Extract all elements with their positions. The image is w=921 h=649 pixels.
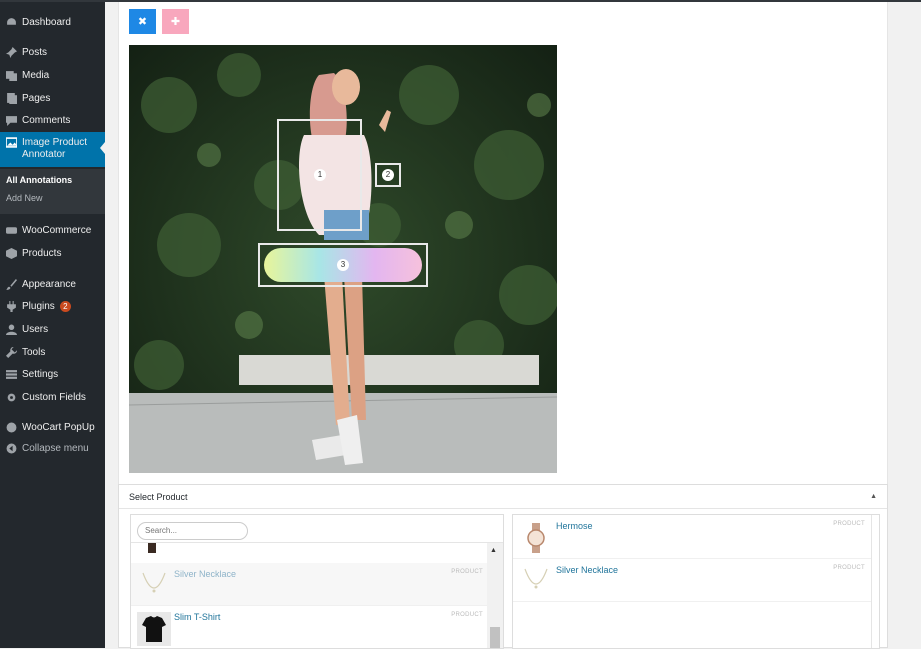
select-product-header[interactable]: Select Product ▲ xyxy=(119,485,887,509)
sidebar-item-label: Posts xyxy=(22,46,48,58)
collapse-caret-icon[interactable]: ▲ xyxy=(870,493,877,500)
gear-icon xyxy=(0,392,22,403)
submenu-add-new[interactable]: Add New xyxy=(6,193,43,203)
sidebar-item-comments[interactable]: Comments xyxy=(0,109,105,131)
annotated-photo[interactable]: 1 2 3 xyxy=(129,45,557,473)
product-type-label: PRODUCT xyxy=(833,521,865,527)
sidebar-item-label: Media xyxy=(22,69,50,81)
collapse-icon xyxy=(0,443,22,454)
necklace-thumbnail-icon xyxy=(142,572,166,593)
current-page-arrow xyxy=(100,142,105,154)
close-button[interactable]: ✖ xyxy=(129,9,156,34)
scroll-up-icon[interactable]: ▲ xyxy=(490,547,497,554)
add-hotspot-button[interactable]: ✚ xyxy=(162,9,189,34)
sidebar-item-tools[interactable]: Tools xyxy=(0,341,105,363)
watch-thumbnail-icon xyxy=(148,543,156,553)
sidebar-item-plugins[interactable]: Plugins 2 xyxy=(0,295,105,317)
sidebar-item-label: Tools xyxy=(22,346,46,358)
sidebar-item-custom-fields[interactable]: Custom Fields xyxy=(0,386,105,408)
product-name: Slim T-Shirt xyxy=(174,612,221,622)
list-item[interactable]: Slim T-Shirt PRODUCT xyxy=(131,606,489,648)
sidebar-item-label: Comments xyxy=(22,114,71,126)
annotator-submenu: All Annotations Add New xyxy=(0,169,105,214)
product-type-label: PRODUCT xyxy=(451,612,483,618)
product-name: Hermose xyxy=(556,521,593,531)
sidebar-item-dashboard[interactable]: Dashboard xyxy=(0,11,105,33)
sidebar-item-label: WooCart PopUp xyxy=(22,421,95,433)
hotspot-3-pin[interactable]: 3 xyxy=(337,259,349,271)
pages-icon xyxy=(0,92,22,104)
sidebar-item-products[interactable]: Products xyxy=(0,242,105,264)
sidebar-item-label: Users xyxy=(22,323,49,335)
sidebar-item-label: Dashboard xyxy=(22,16,71,28)
sidebar-item-pages[interactable]: Pages xyxy=(0,87,105,109)
wrench-icon xyxy=(0,346,22,358)
product-type-label: PRODUCT xyxy=(451,569,483,575)
product-type-label: PRODUCT xyxy=(833,565,865,571)
sidebar-item-settings[interactable]: Settings xyxy=(0,363,105,385)
sidebar-item-media[interactable]: Media xyxy=(0,64,105,86)
pin-icon xyxy=(0,46,22,58)
sidebar-collapse-menu[interactable]: Collapse menu xyxy=(0,437,105,459)
settings-icon xyxy=(0,369,22,380)
hotspot-2-pin[interactable]: 2 xyxy=(382,169,394,181)
select-product-title: Select Product xyxy=(129,492,188,502)
brush-icon xyxy=(0,278,22,290)
user-icon xyxy=(0,324,22,335)
watch-thumbnail-icon xyxy=(527,523,545,553)
scrollbar-thumb[interactable] xyxy=(490,627,500,648)
sidebar-item-label: Settings xyxy=(22,368,59,380)
woocommerce-icon xyxy=(0,225,22,236)
circle-icon xyxy=(0,422,22,433)
list-item[interactable]: Silver Necklace PRODUCT xyxy=(131,563,489,606)
admin-sidebar: Dashboard Posts Media Pages Comments Ima… xyxy=(0,2,105,648)
sidebar-item-users[interactable]: Users xyxy=(0,318,105,340)
sidebar-item-posts[interactable]: Posts xyxy=(0,41,105,63)
list-item[interactable]: Hermose PRODUCT xyxy=(513,515,871,559)
hotspot-1-pin[interactable]: 1 xyxy=(314,169,326,181)
search-bar xyxy=(131,515,503,543)
selected-products-list: Hermose PRODUCT Silver Necklace PRODUCT xyxy=(512,514,880,649)
update-count-badge: 2 xyxy=(59,300,71,312)
page-right-margin xyxy=(890,2,921,648)
sidebar-item-woocommerce[interactable]: WooCommerce xyxy=(0,219,105,241)
sidebar-item-image-product-annotator[interactable]: Image Product Annotator xyxy=(0,132,105,167)
sidebar-item-label: Products xyxy=(22,247,62,259)
list-scrollbar[interactable]: ▲ xyxy=(487,543,503,648)
tshirt-thumbnail-icon xyxy=(137,612,171,646)
sidebar-item-label: WooCommerce xyxy=(22,224,92,236)
list-item[interactable]: Silver Necklace PRODUCT xyxy=(513,559,871,602)
sidebar-item-label: Appearance xyxy=(22,278,76,290)
annotation-editor: ✖ ✚ 1 2 3 xyxy=(118,2,888,484)
plug-icon xyxy=(0,300,22,312)
sidebar-item-label: Pages xyxy=(22,92,51,104)
sidebar-item-woocart-popup[interactable]: WooCart PopUp xyxy=(0,416,105,438)
necklace-thumbnail-icon xyxy=(524,568,548,589)
comment-icon xyxy=(0,115,22,126)
product-name: Silver Necklace xyxy=(174,569,237,579)
dashboard-icon xyxy=(0,17,22,28)
image-icon xyxy=(0,137,22,148)
list-item[interactable] xyxy=(131,543,489,557)
product-search-input[interactable] xyxy=(137,521,248,540)
sidebar-item-label: Image Product Annotator xyxy=(22,137,88,160)
sidebar-item-appearance[interactable]: Appearance xyxy=(0,273,105,295)
sidebar-item-label: Collapse menu xyxy=(22,442,89,454)
sidebar-item-label: Plugins xyxy=(22,300,55,312)
available-products-list: Silver Necklace PRODUCT Slim T-Shirt PRO… xyxy=(130,514,504,649)
select-product-panel: Select Product ▲ Silver Necklace PRODUCT… xyxy=(118,484,888,649)
product-name: Silver Necklace xyxy=(556,565,619,575)
media-icon xyxy=(0,70,22,81)
box-icon xyxy=(0,247,22,259)
list-scrollbar[interactable] xyxy=(871,515,879,648)
submenu-all-annotations[interactable]: All Annotations xyxy=(6,175,72,185)
sidebar-item-label: Custom Fields xyxy=(22,391,86,403)
